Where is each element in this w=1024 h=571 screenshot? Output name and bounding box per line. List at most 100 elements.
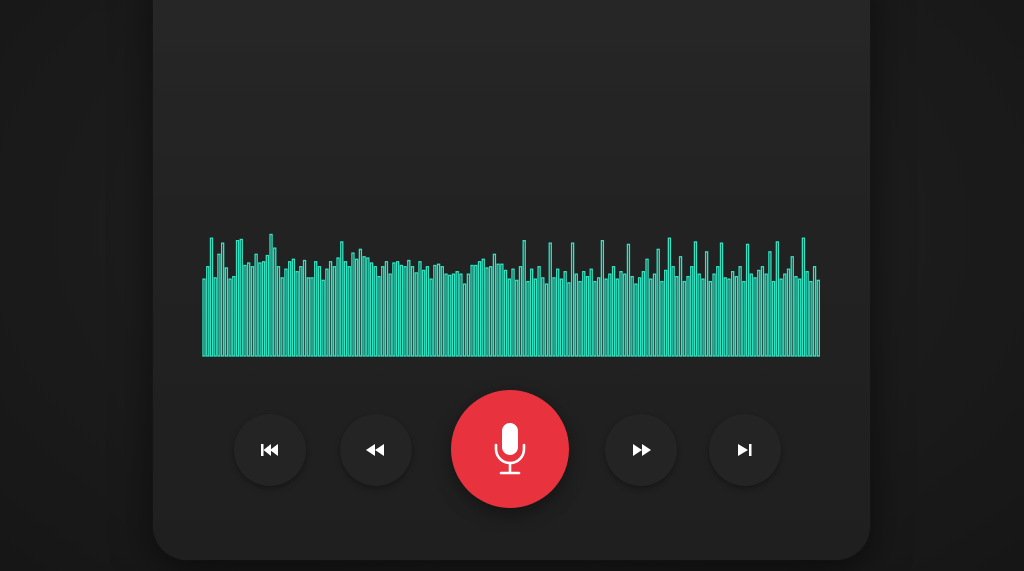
waveform-bar xyxy=(760,266,765,357)
waveform-bar xyxy=(500,263,504,357)
waveform-bar xyxy=(812,266,817,357)
waveform-bar xyxy=(503,269,508,357)
waveform-bar xyxy=(615,278,619,357)
waveform-bar xyxy=(384,261,389,357)
waveform-bar xyxy=(291,258,296,357)
waveform-bar xyxy=(235,240,240,357)
waveform-bar xyxy=(273,247,277,357)
waveform-bar xyxy=(637,277,642,357)
waveform-bar xyxy=(261,261,266,357)
waveform-bar xyxy=(358,248,363,357)
waveform-bar xyxy=(448,274,452,357)
waveform-bar xyxy=(589,268,593,357)
waveform-bar xyxy=(474,264,478,357)
waveform-bar xyxy=(392,262,396,357)
waveform-bar xyxy=(302,259,307,357)
waveform-bar xyxy=(529,268,534,357)
waveform-bar xyxy=(459,273,463,357)
waveform-bar xyxy=(593,280,597,357)
waveform-bar xyxy=(783,273,787,357)
waveform-bar xyxy=(306,277,310,357)
waveform-bar xyxy=(436,263,441,357)
skip-to-start-icon xyxy=(261,444,278,456)
waveform-bar xyxy=(280,277,284,357)
playback-controls xyxy=(0,388,1024,508)
waveform-bar xyxy=(485,267,489,357)
waveform-bar xyxy=(544,283,549,357)
waveform-bar xyxy=(757,269,761,357)
waveform-bar xyxy=(213,277,217,357)
waveform-bar xyxy=(541,277,545,357)
waveform-bar xyxy=(626,243,631,357)
waveform-bar xyxy=(440,266,444,357)
waveform-bar xyxy=(634,283,638,357)
record-button[interactable] xyxy=(451,390,569,508)
waveform-bar xyxy=(790,256,794,357)
waveform-bar xyxy=(492,253,497,357)
waveform-bar xyxy=(247,262,251,357)
waveform-bar xyxy=(243,264,247,357)
skip-to-end-icon xyxy=(738,444,752,456)
waveform-bar xyxy=(526,280,530,357)
waveform-bar xyxy=(202,278,206,357)
waveform-bar xyxy=(421,269,426,357)
waveform-bar xyxy=(362,256,366,357)
waveform-bar xyxy=(537,266,541,357)
waveform-bar xyxy=(444,273,448,357)
waveform-bar xyxy=(690,266,694,357)
waveform-bar xyxy=(269,233,273,357)
waveform-bar xyxy=(697,273,701,357)
waveform-bar xyxy=(366,257,370,357)
waveform-bar xyxy=(768,251,772,357)
waveform-bar xyxy=(723,277,727,357)
waveform-bar xyxy=(652,273,657,357)
rewind-icon xyxy=(366,444,384,456)
waveform-bar xyxy=(403,266,407,357)
skip-forward-button[interactable] xyxy=(709,414,781,486)
waveform-bar xyxy=(600,240,605,357)
waveform-bar xyxy=(604,278,608,357)
fast-forward-icon xyxy=(633,444,651,456)
waveform-bar xyxy=(701,278,705,357)
waveform-bar xyxy=(816,279,820,357)
waveform-bar xyxy=(481,258,485,357)
waveform-bar xyxy=(284,268,288,357)
waveform-bar xyxy=(258,262,262,357)
waveform-bar xyxy=(407,259,411,357)
waveform-bar xyxy=(496,263,500,357)
waveform-bar xyxy=(369,262,374,357)
waveform-bar xyxy=(533,278,538,357)
waveform-bar xyxy=(477,261,482,357)
skip-back-button[interactable] xyxy=(234,414,306,486)
waveform-bar xyxy=(682,280,686,357)
waveform-bar xyxy=(314,261,318,357)
waveform-bar xyxy=(295,271,299,357)
waveform-bar xyxy=(328,261,333,357)
waveform-bar xyxy=(343,261,348,357)
waveform-bar xyxy=(749,273,753,357)
waveform-bar xyxy=(671,266,675,357)
waveform-bar xyxy=(414,272,418,357)
waveform-bar xyxy=(451,273,456,357)
waveform-bar xyxy=(716,266,720,357)
waveform-bar xyxy=(794,275,798,357)
waveform-bar xyxy=(239,238,243,357)
waveform-bar xyxy=(377,275,381,357)
waveform-bar xyxy=(649,278,653,357)
waveform-bar xyxy=(719,242,724,357)
waveform-bar xyxy=(507,278,511,357)
audio-waveform xyxy=(202,230,822,358)
waveform-bar xyxy=(250,266,255,357)
waveform-bar xyxy=(801,237,806,357)
waveform-bar xyxy=(645,258,649,357)
waveform-bar xyxy=(220,242,225,357)
fast-forward-button[interactable] xyxy=(605,414,677,486)
waveform-bar xyxy=(734,275,739,357)
waveform-bar xyxy=(619,271,623,357)
waveform-bar xyxy=(727,278,731,357)
waveform-bar xyxy=(809,280,813,357)
waveform-bar xyxy=(704,251,709,357)
waveform-bar xyxy=(388,273,392,357)
waveform-bar xyxy=(574,273,578,357)
rewind-button[interactable] xyxy=(340,414,412,486)
